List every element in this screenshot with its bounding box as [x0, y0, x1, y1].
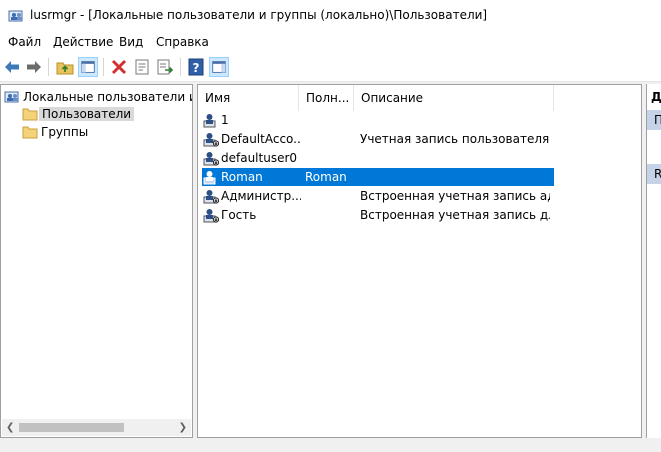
title-bar[interactable]: lusrmgr - [Локальные пользователи и груп… [0, 0, 661, 31]
toolbar: ? [0, 53, 661, 82]
show-hide-action-pane-icon[interactable] [209, 57, 229, 77]
folder-icon [22, 108, 38, 121]
user-name: Администр... [221, 189, 301, 203]
actions-section-roman[interactable]: R [647, 164, 661, 184]
user-name: Roman [221, 170, 263, 184]
user-description: Встроенная учетная запись для ... [360, 208, 550, 222]
actions-pane: Д П R [646, 84, 661, 438]
column-header-fullname[interactable]: Полн... [299, 85, 354, 111]
table-row[interactable]: DefaultAcco... Учетная запись пользовате… [202, 130, 554, 148]
status-bar [0, 440, 661, 452]
user-icon [203, 114, 216, 128]
user-name: Гость [221, 208, 257, 222]
table-row[interactable]: Roman Roman [202, 168, 554, 186]
mmc-window: lusrmgr - [Локальные пользователи и груп… [0, 0, 661, 452]
tree-root[interactable]: Локальные пользователи и гру [3, 88, 192, 106]
table-row[interactable]: defaultuser0 [202, 149, 554, 167]
back-arrow-icon[interactable] [2, 57, 22, 77]
user-name: defaultuser0 [221, 151, 298, 165]
scroll-right-icon[interactable]: ❯ [179, 422, 187, 433]
user-description: Встроенная учетная запись адм... [360, 189, 550, 203]
tree-root-label: Локальные пользователи и гру [23, 90, 192, 104]
help-icon[interactable]: ? [186, 57, 206, 77]
export-list-icon[interactable] [155, 57, 175, 77]
toolbar-separator [48, 58, 49, 76]
disabled-user-icon [203, 190, 219, 204]
menu-view[interactable]: Вид [119, 35, 143, 49]
tree-item-label: Пользователи [39, 107, 135, 121]
properties-icon[interactable] [132, 57, 152, 77]
forward-arrow-icon[interactable] [24, 57, 44, 77]
menu-file[interactable]: Файл [8, 35, 41, 49]
console-tree: Локальные пользователи и гру Пользовател… [0, 84, 193, 438]
column-header-label: Описание [361, 91, 424, 105]
folder-icon [22, 126, 38, 139]
user-icon [203, 171, 216, 185]
menu-help[interactable]: Справка [156, 35, 209, 49]
actions-section-label: П [654, 113, 661, 127]
tree-item-users[interactable]: Пользователи [21, 105, 171, 123]
column-header-description[interactable]: Описание [354, 85, 554, 111]
user-fullname: Roman [305, 170, 347, 184]
menu-bar: Файл Действие Вид Справка [0, 31, 661, 53]
horizontal-scrollbar[interactable]: ❮ ❯ [2, 419, 191, 436]
scrollbar-thumb[interactable] [19, 423, 124, 432]
disabled-user-icon [203, 209, 219, 223]
window-title: lusrmgr - [Локальные пользователи и груп… [30, 8, 488, 22]
up-folder-icon[interactable] [55, 57, 75, 77]
svg-text:?: ? [193, 61, 200, 75]
scroll-left-icon[interactable]: ❮ [6, 422, 14, 433]
menu-action[interactable]: Действие [53, 35, 113, 49]
users-console-icon [8, 10, 23, 22]
table-row[interactable]: Гость Встроенная учетная запись для ... [202, 206, 554, 224]
user-list: Имя Полн... Описание 1 DefaultAcco... Уч… [197, 84, 642, 438]
column-header-name[interactable]: Имя [198, 85, 299, 111]
table-row[interactable]: 1 [202, 111, 554, 129]
user-name: DefaultAcco... [221, 132, 301, 146]
actions-header: Д [651, 90, 661, 104]
actions-section-users[interactable]: П [647, 110, 661, 130]
disabled-user-icon [203, 133, 219, 147]
user-description: Учетная запись пользователя, у... [360, 132, 550, 146]
table-row[interactable]: Администр... Встроенная учетная запись а… [202, 187, 554, 205]
column-header-label: Имя [205, 91, 231, 105]
delete-icon[interactable] [109, 57, 129, 77]
show-hide-tree-icon[interactable] [78, 57, 98, 77]
toolbar-separator [180, 58, 181, 76]
user-name: 1 [221, 113, 229, 127]
column-header-label: Полн... [306, 91, 350, 105]
users-console-icon [4, 91, 19, 103]
disabled-user-icon [203, 152, 219, 166]
tree-item-groups[interactable]: Группы [21, 123, 171, 141]
actions-section-label: R [654, 167, 661, 181]
toolbar-separator [103, 58, 104, 76]
tree-item-label: Группы [41, 125, 89, 139]
